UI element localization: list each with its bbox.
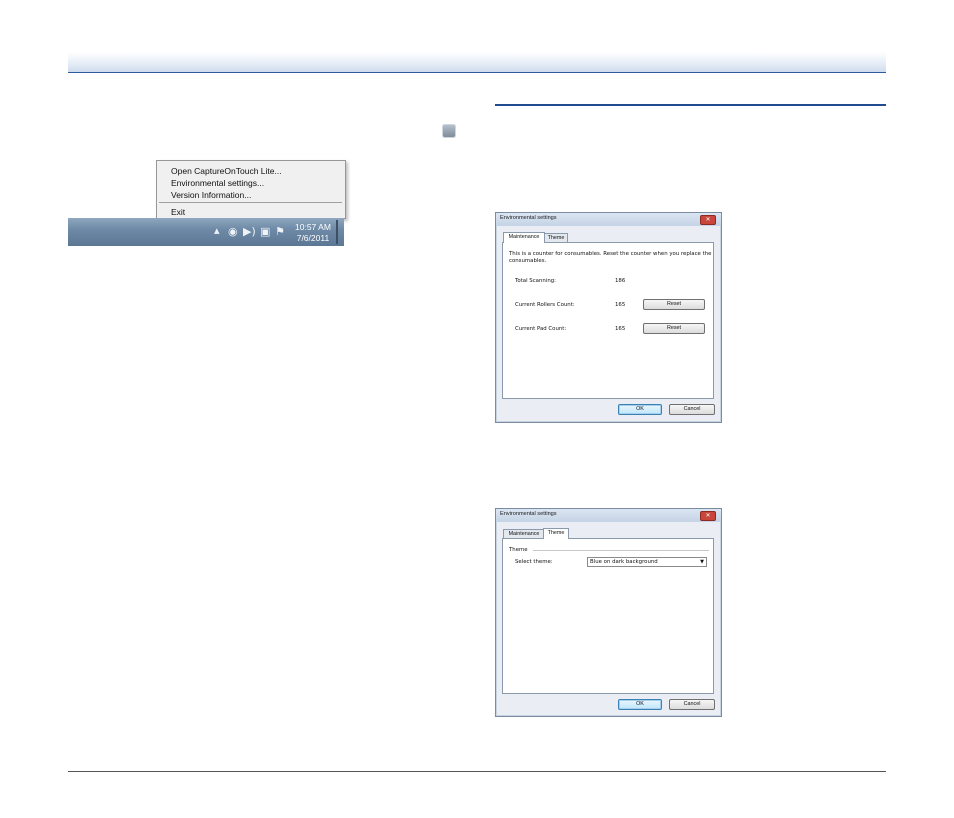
- page-footer-rule: [68, 771, 886, 772]
- ok-button[interactable]: OK: [618, 699, 662, 710]
- menu-item-open-captureontouch[interactable]: Open CaptureOnTouch Lite...: [171, 166, 282, 176]
- menu-item-environmental-settings[interactable]: Environmental settings...: [171, 178, 264, 188]
- taskbar-clock[interactable]: 10:57 AM 7/6/2011: [295, 222, 331, 244]
- theme-select-value: Blue on dark background: [590, 559, 658, 565]
- show-hidden-icon[interactable]: ▴: [214, 225, 220, 237]
- theme-select[interactable]: Blue on dark background ▼: [587, 557, 707, 567]
- section-rule: [495, 104, 886, 106]
- maintenance-panel: This is a counter for consumables. Reset…: [502, 242, 714, 399]
- close-icon[interactable]: ✕: [700, 511, 716, 521]
- dialog-title: Environmental settings: [500, 511, 557, 517]
- total-scanning-label: Total Scanning:: [515, 278, 556, 284]
- network-icon[interactable]: ▣: [260, 226, 270, 238]
- close-icon[interactable]: ✕: [700, 215, 716, 225]
- theme-group-label: Theme: [509, 547, 528, 553]
- volume-icon[interactable]: ▶): [243, 226, 256, 238]
- show-desktop-button[interactable]: [336, 220, 338, 244]
- pad-count-value: 165: [615, 326, 626, 332]
- menu-item-exit[interactable]: Exit: [171, 207, 185, 217]
- group-divider: [533, 550, 709, 551]
- reset-pad-button[interactable]: Reset: [643, 323, 705, 334]
- cancel-button[interactable]: Cancel: [669, 699, 715, 710]
- rollers-count-value: 165: [615, 302, 626, 308]
- tray-context-menu: Open CaptureOnTouch Lite... Environmenta…: [156, 160, 346, 219]
- rollers-count-label: Current Rollers Count:: [515, 302, 575, 308]
- action-center-flag-icon[interactable]: ⚑: [275, 226, 285, 238]
- dialog-titlebar: Environmental settings ✕: [496, 509, 721, 522]
- chevron-down-icon: ▼: [700, 559, 704, 565]
- environmental-settings-dialog-theme: Environmental settings ✕ Maintenance The…: [495, 508, 722, 717]
- tab-maintenance[interactable]: Maintenance: [503, 232, 545, 243]
- environmental-settings-dialog-maintenance: Environmental settings ✕ Maintenance The…: [495, 212, 722, 423]
- cancel-button[interactable]: Cancel: [669, 404, 715, 415]
- page-header-rule: [68, 72, 886, 73]
- windows-taskbar: ▴ ◉ ▶) ▣ ⚑ 10:57 AM 7/6/2011: [68, 218, 344, 246]
- menu-separator: [159, 202, 342, 203]
- theme-panel: Theme Select theme: Blue on dark backgro…: [502, 538, 714, 694]
- counter-description: This is a counter for consumables. Reset…: [509, 251, 712, 264]
- total-scanning-value: 186: [615, 278, 626, 284]
- tab-theme[interactable]: Theme: [543, 528, 569, 539]
- select-theme-label: Select theme:: [515, 559, 553, 565]
- page-header-band: [68, 52, 886, 72]
- dialog-titlebar: Environmental settings ✕: [496, 213, 721, 226]
- clock-date: 7/6/2011: [296, 233, 330, 243]
- menu-item-version-information[interactable]: Version Information...: [171, 190, 251, 200]
- reset-rollers-button[interactable]: Reset: [643, 299, 705, 310]
- captureontouch-tray-icon: [442, 124, 456, 138]
- dialog-title: Environmental settings: [500, 215, 557, 221]
- clock-time: 10:57 AM: [295, 222, 331, 232]
- pad-count-label: Current Pad Count:: [515, 326, 567, 332]
- captureontouch-icon[interactable]: ◉: [228, 226, 238, 238]
- ok-button[interactable]: OK: [618, 404, 662, 415]
